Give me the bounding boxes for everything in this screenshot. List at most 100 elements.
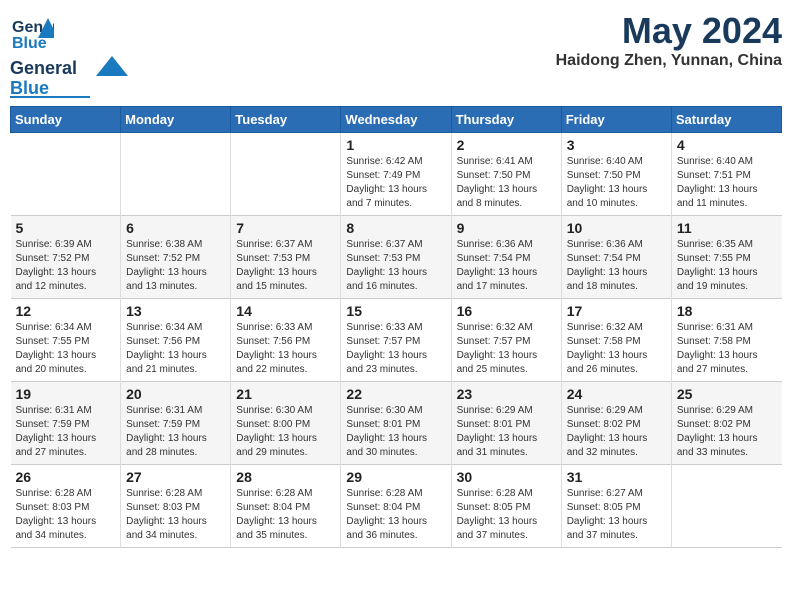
calendar-cell: 1 Sunrise: 6:42 AM Sunset: 7:49 PM Daylig…: [341, 133, 451, 216]
calendar-cell: 8 Sunrise: 6:37 AM Sunset: 7:53 PM Daylig…: [341, 216, 451, 299]
day-number: 29: [346, 469, 445, 485]
calendar-cell: 15 Sunrise: 6:33 AM Sunset: 7:57 PM Dayli…: [341, 299, 451, 382]
calendar-cell: 3Sunrise: 6:40 AM Sunset: 7:50 PM Daylig…: [561, 133, 671, 216]
day-info: Sunrise: 6:37 AM Sunset: 7:53 PM Dayligh…: [346, 238, 445, 294]
day-info: Sunrise: 6:30 AM Sunset: 8:01 PM Dayligh…: [346, 404, 445, 460]
calendar-cell: 19 Sunrise: 6:31 AM Sunset: 7:59 PM Dayli…: [11, 382, 121, 465]
day-number: 21: [236, 386, 335, 402]
calendar-cell: 2Sunrise: 6:41 AM Sunset: 7:50 PM Daylig…: [451, 133, 561, 216]
day-number: 19: [16, 386, 116, 402]
day-number: 7: [236, 220, 335, 236]
calendar-cell: 17 Sunrise: 6:32 AM Sunset: 7:58 PM Dayli…: [561, 299, 671, 382]
day-info: Sunrise: 6:31 AM Sunset: 7:59 PM Dayligh…: [16, 404, 116, 460]
day-number: 16: [457, 303, 556, 319]
day-info: Sunrise: 6:36 AM Sunset: 7:54 PM Dayligh…: [567, 238, 666, 294]
header-day-monday: Monday: [121, 107, 231, 133]
day-info: Sunrise: 6:28 AM Sunset: 8:05 PM Dayligh…: [457, 487, 556, 543]
calendar-cell: 27 Sunrise: 6:28 AM Sunset: 8:03 PM Dayli…: [121, 465, 231, 548]
day-number: 9: [457, 220, 556, 236]
calendar-cell: 22 Sunrise: 6:30 AM Sunset: 8:01 PM Dayli…: [341, 382, 451, 465]
calendar-cell: 20 Sunrise: 6:31 AM Sunset: 7:59 PM Dayli…: [121, 382, 231, 465]
month-year: May 2024: [556, 10, 782, 52]
day-number: 27: [126, 469, 225, 485]
day-number: 22: [346, 386, 445, 402]
day-number: 20: [126, 386, 225, 402]
calendar-cell: 30 Sunrise: 6:28 AM Sunset: 8:05 PM Dayli…: [451, 465, 561, 548]
day-info: Sunrise: 6:31 AM Sunset: 7:59 PM Dayligh…: [126, 404, 225, 460]
logo-icon: General Blue: [10, 10, 54, 54]
calendar-cell: 24Sunrise: 6:29 AM Sunset: 8:02 PM Dayli…: [561, 382, 671, 465]
day-number: 15: [346, 303, 445, 319]
day-info: Sunrise: 6:32 AM Sunset: 7:57 PM Dayligh…: [457, 321, 556, 377]
calendar-cell: 11Sunrise: 6:35 AM Sunset: 7:55 PM Dayli…: [671, 216, 781, 299]
day-info: Sunrise: 6:33 AM Sunset: 7:57 PM Dayligh…: [346, 321, 445, 377]
calendar-cell: 26 Sunrise: 6:28 AM Sunset: 8:03 PM Dayli…: [11, 465, 121, 548]
day-info: Sunrise: 6:34 AM Sunset: 7:56 PM Dayligh…: [126, 321, 225, 377]
day-info: Sunrise: 6:28 AM Sunset: 8:04 PM Dayligh…: [236, 487, 335, 543]
day-number: 11: [677, 220, 777, 236]
calendar-cell: 25 Sunrise: 6:29 AM Sunset: 8:02 PM Dayli…: [671, 382, 781, 465]
day-info: Sunrise: 6:31 AM Sunset: 7:58 PM Dayligh…: [677, 321, 777, 377]
calendar-cell: 28 Sunrise: 6:28 AM Sunset: 8:04 PM Dayli…: [231, 465, 341, 548]
day-info: Sunrise: 6:32 AM Sunset: 7:58 PM Dayligh…: [567, 321, 666, 377]
calendar-cell: 31 Sunrise: 6:27 AM Sunset: 8:05 PM Dayli…: [561, 465, 671, 548]
day-number: 23: [457, 386, 556, 402]
day-info: Sunrise: 6:30 AM Sunset: 8:00 PM Dayligh…: [236, 404, 335, 460]
calendar-cell: 23 Sunrise: 6:29 AM Sunset: 8:01 PM Dayli…: [451, 382, 561, 465]
day-number: 4: [677, 137, 777, 153]
day-info: Sunrise: 6:29 AM Sunset: 8:02 PM Dayligh…: [677, 404, 777, 460]
page-header: General Blue General Blue May 2024 Haido…: [10, 10, 782, 98]
calendar-cell: 9 Sunrise: 6:36 AM Sunset: 7:54 PM Daylig…: [451, 216, 561, 299]
day-number: 14: [236, 303, 335, 319]
week-row-3: 12Sunrise: 6:34 AM Sunset: 7:55 PM Dayli…: [11, 299, 782, 382]
day-number: 28: [236, 469, 335, 485]
calendar-cell: 29Sunrise: 6:28 AM Sunset: 8:04 PM Dayli…: [341, 465, 451, 548]
logo: General Blue General Blue: [10, 10, 130, 98]
calendar-cell: [671, 465, 781, 548]
day-number: 26: [16, 469, 116, 485]
day-number: 18: [677, 303, 777, 319]
day-number: 25: [677, 386, 777, 402]
day-info: Sunrise: 6:34 AM Sunset: 7:55 PM Dayligh…: [16, 321, 116, 377]
day-info: Sunrise: 6:27 AM Sunset: 8:05 PM Dayligh…: [567, 487, 666, 543]
day-number: 13: [126, 303, 225, 319]
day-info: Sunrise: 6:28 AM Sunset: 8:03 PM Dayligh…: [16, 487, 116, 543]
svg-text:General: General: [10, 58, 77, 78]
day-number: 10: [567, 220, 666, 236]
day-number: 8: [346, 220, 445, 236]
calendar-cell: 12Sunrise: 6:34 AM Sunset: 7:55 PM Dayli…: [11, 299, 121, 382]
day-info: Sunrise: 6:36 AM Sunset: 7:54 PM Dayligh…: [457, 238, 556, 294]
header-day-thursday: Thursday: [451, 107, 561, 133]
header-day-sunday: Sunday: [11, 107, 121, 133]
calendar-cell: 7Sunrise: 6:37 AM Sunset: 7:53 PM Daylig…: [231, 216, 341, 299]
calendar-cell: [231, 133, 341, 216]
day-info: Sunrise: 6:42 AM Sunset: 7:49 PM Dayligh…: [346, 155, 445, 211]
day-info: Sunrise: 6:29 AM Sunset: 8:01 PM Dayligh…: [457, 404, 556, 460]
day-info: Sunrise: 6:41 AM Sunset: 7:50 PM Dayligh…: [457, 155, 556, 211]
calendar-cell: 14 Sunrise: 6:33 AM Sunset: 7:56 PM Dayli…: [231, 299, 341, 382]
calendar-cell: 21 Sunrise: 6:30 AM Sunset: 8:00 PM Dayli…: [231, 382, 341, 465]
calendar-cell: [121, 133, 231, 216]
day-info: Sunrise: 6:39 AM Sunset: 7:52 PM Dayligh…: [16, 238, 116, 294]
day-number: 17: [567, 303, 666, 319]
day-number: 1: [346, 137, 445, 153]
calendar-cell: 5 Sunrise: 6:39 AM Sunset: 7:52 PM Daylig…: [11, 216, 121, 299]
header-day-wednesday: Wednesday: [341, 107, 451, 133]
day-number: 5: [16, 220, 116, 236]
logo-full: General Blue: [10, 54, 130, 98]
calendar-cell: 18 Sunrise: 6:31 AM Sunset: 7:58 PM Dayli…: [671, 299, 781, 382]
day-info: Sunrise: 6:28 AM Sunset: 8:03 PM Dayligh…: [126, 487, 225, 543]
day-number: 30: [457, 469, 556, 485]
calendar-cell: 4Sunrise: 6:40 AM Sunset: 7:51 PM Daylig…: [671, 133, 781, 216]
svg-text:Blue: Blue: [10, 78, 49, 98]
calendar-cell: 6Sunrise: 6:38 AM Sunset: 7:52 PM Daylig…: [121, 216, 231, 299]
day-info: Sunrise: 6:38 AM Sunset: 7:52 PM Dayligh…: [126, 238, 225, 294]
day-info: Sunrise: 6:40 AM Sunset: 7:50 PM Dayligh…: [567, 155, 666, 211]
header-day-saturday: Saturday: [671, 107, 781, 133]
day-number: 31: [567, 469, 666, 485]
title-block: May 2024 Haidong Zhen, Yunnan, China: [556, 10, 782, 70]
day-info: Sunrise: 6:33 AM Sunset: 7:56 PM Dayligh…: [236, 321, 335, 377]
calendar-header-row: SundayMondayTuesdayWednesdayThursdayFrid…: [11, 107, 782, 133]
week-row-4: 19 Sunrise: 6:31 AM Sunset: 7:59 PM Dayli…: [11, 382, 782, 465]
calendar-table: SundayMondayTuesdayWednesdayThursdayFrid…: [10, 106, 782, 548]
